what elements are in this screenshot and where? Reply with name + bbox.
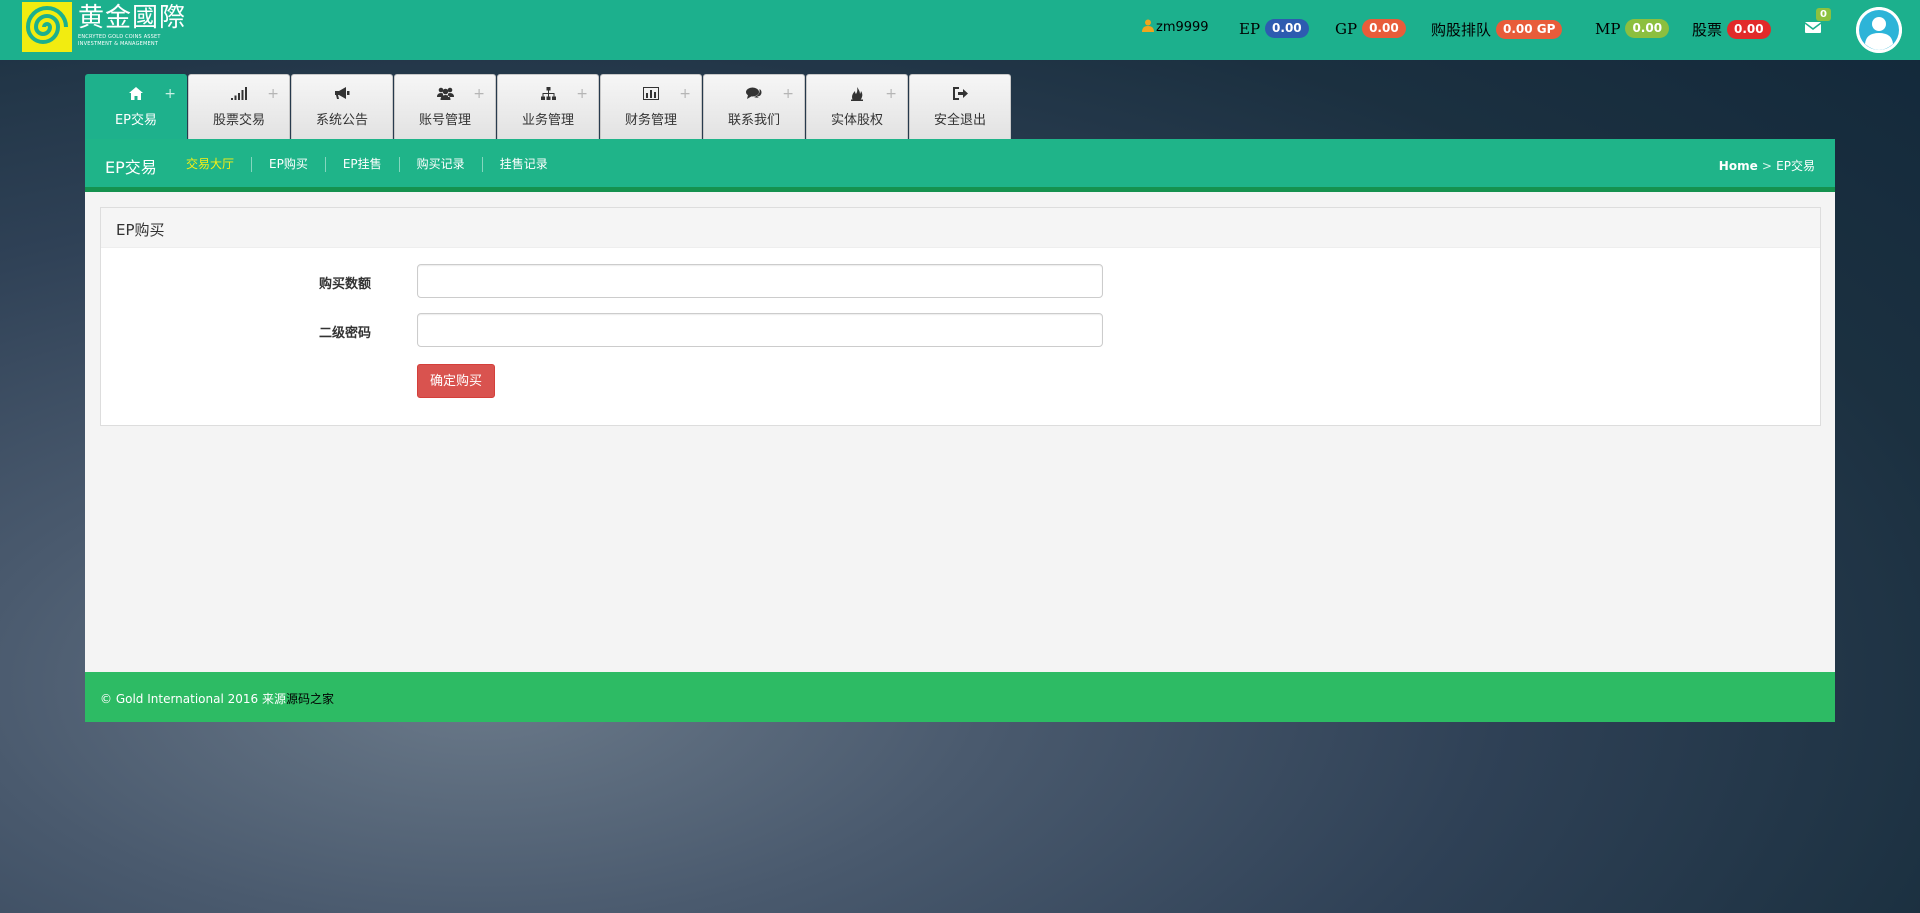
brand-tagline-1: ENCRYTED GOLD COINS ASSET <box>78 34 161 40</box>
card-heading: EP购买 <box>101 208 1820 248</box>
stat-ep: EP 0.00 <box>1239 19 1309 38</box>
subnav-ep-buy[interactable]: EP购买 <box>251 157 325 172</box>
tab-stock-trade[interactable]: 股票交易 + <box>188 74 290 139</box>
source-link[interactable]: 源码之家 <box>286 692 334 706</box>
stat-mp-label: MP <box>1595 19 1621 38</box>
subnav-trading-hall[interactable]: 交易大厅 <box>169 157 251 172</box>
tab-label: 财务管理 <box>624 113 677 128</box>
stat-gp-badge: 0.00 <box>1362 19 1406 38</box>
breadcrumb-separator: > <box>1761 159 1772 173</box>
brand-name: 黄金國際 <box>78 3 187 33</box>
tab-account[interactable]: 账号管理 + <box>394 74 496 139</box>
stat-gp: GP 0.00 <box>1335 19 1406 38</box>
envelope-icon[interactable] <box>1804 19 1822 35</box>
sign-out-icon <box>910 87 1010 103</box>
subnav-ep-sell[interactable]: EP挂售 <box>324 157 399 172</box>
confirm-buy-button[interactable]: 确定购买 <box>417 364 496 398</box>
sub-navigation: EP交易 交易大厅 EP购买 EP挂售 购买记录 挂售记录 Home > EP交… <box>85 139 1835 192</box>
avatar[interactable] <box>1856 7 1902 53</box>
plus-icon: + <box>164 86 176 102</box>
stat-mp-badge: 0.00 <box>1625 19 1670 38</box>
section-title: EP交易 <box>105 158 157 177</box>
top-bar: 黄金國際 ENCRYTED GOLD COINS ASSET INVESTMEN… <box>0 0 1920 60</box>
password-label: 二级密码 <box>319 326 372 341</box>
user-info[interactable]: zm9999 <box>1142 19 1209 36</box>
stat-ep-label: EP <box>1239 19 1261 38</box>
breadcrumb-current: EP交易 <box>1776 159 1815 173</box>
tab-label: 实体股权 <box>830 113 883 128</box>
tab-label: EP交易 <box>114 113 158 128</box>
subnav-links: 交易大厅 EP购买 EP挂售 购买记录 挂售记录 <box>169 157 565 172</box>
tab-business[interactable]: 业务管理 + <box>497 74 599 139</box>
spiral-logo-icon <box>22 2 72 52</box>
stat-stock-badge: 0.00 <box>1727 20 1771 39</box>
stat-queue-badge: 0.00 GP <box>1496 20 1563 39</box>
plus-icon: + <box>885 86 897 102</box>
amount-input[interactable] <box>417 264 1103 298</box>
breadcrumb: Home > EP交易 <box>1719 157 1815 174</box>
footer: © Gold International 2016 来源源码之家 <box>85 672 1835 722</box>
brand-tagline-2: INVESTMENT & MANAGEMENT <box>78 41 159 47</box>
tab-contact[interactable]: 联系我们 + <box>703 74 805 139</box>
stat-queue-label: 购股排队 <box>1431 21 1492 39</box>
tab-ep-trade[interactable]: EP交易 + <box>85 74 187 139</box>
copyright-text: © Gold International 2016 来源 <box>100 692 286 706</box>
subnav-buy-records[interactable]: 购买记录 <box>398 157 482 172</box>
main-panel: EP交易 交易大厅 EP购买 EP挂售 购买记录 挂售记录 Home > EP交… <box>85 139 1835 722</box>
tab-announcements[interactable]: 系统公告 <box>291 74 393 139</box>
tab-label: 安全退出 <box>933 113 986 128</box>
plus-icon: + <box>576 86 588 102</box>
tab-label: 联系我们 <box>727 113 780 128</box>
secondary-password-input[interactable] <box>417 313 1103 347</box>
breadcrumb-home[interactable]: Home <box>1719 159 1758 173</box>
stat-queue: 购股排队 0.00 GP <box>1431 19 1563 40</box>
stat-gp-label: GP <box>1335 19 1358 38</box>
tab-equity[interactable]: 实体股权 + <box>806 74 908 139</box>
plus-icon: + <box>782 86 794 102</box>
username: zm9999 <box>1156 20 1209 35</box>
tab-label: 系统公告 <box>315 113 368 128</box>
user-icon <box>1142 19 1154 36</box>
brand-logo[interactable]: 黄金國際 ENCRYTED GOLD COINS ASSET INVESTMEN… <box>22 2 186 54</box>
tab-label: 业务管理 <box>521 113 574 128</box>
subnav-sell-records[interactable]: 挂售记录 <box>481 157 565 172</box>
plus-icon: + <box>267 86 279 102</box>
tab-logout[interactable]: 安全退出 <box>909 74 1011 139</box>
tab-label: 股票交易 <box>212 113 265 128</box>
ep-buy-card: EP购买 购买数额 二级密码 确定购买 <box>100 207 1821 426</box>
amount-label: 购买数额 <box>319 277 372 292</box>
stat-stock-label: 股票 <box>1692 21 1723 39</box>
plus-icon: + <box>473 86 485 102</box>
stat-ep-badge: 0.00 <box>1265 19 1309 38</box>
stat-stock: 股票 0.00 <box>1692 19 1771 40</box>
mail-count-badge: 0 <box>1816 8 1831 21</box>
plus-icon: + <box>679 86 691 102</box>
bullhorn-icon <box>292 87 392 103</box>
tab-label: 账号管理 <box>418 113 471 128</box>
tab-finance[interactable]: 财务管理 + <box>600 74 702 139</box>
stat-mp: MP 0.00 <box>1595 19 1670 38</box>
